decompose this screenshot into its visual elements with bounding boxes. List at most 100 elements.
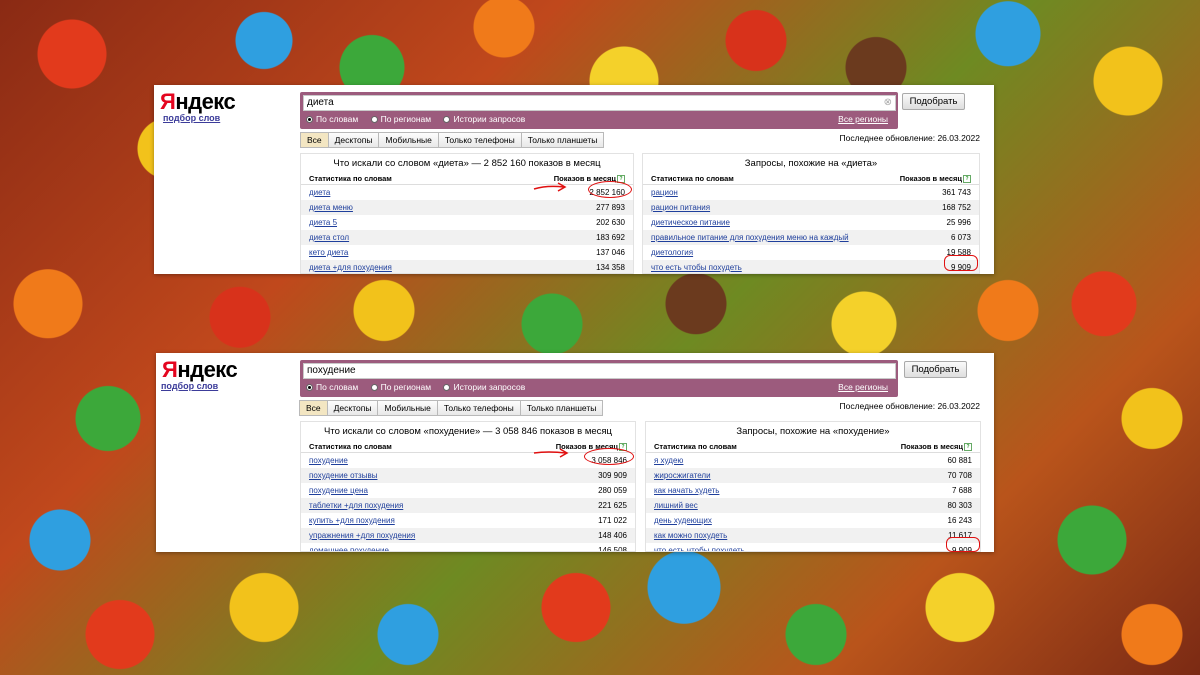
table-row: как можно похудеть 11 617 [646, 528, 980, 544]
keyword-link[interactable]: диетология [651, 245, 693, 260]
shows-count: 137 046 [596, 248, 625, 258]
radio-history[interactable]: Истории запросов [443, 114, 525, 124]
device-tabs: Все Десктопы Мобильные Только телефоны Т… [300, 132, 605, 148]
table-row: таблетки +для похудения 221 625 [301, 498, 635, 514]
help-icon[interactable]: ? [964, 443, 972, 452]
keyword-link[interactable]: похудение цена [309, 483, 368, 498]
shows-count: 277 893 [596, 203, 625, 213]
tab-mobile[interactable]: Мобильные [378, 132, 438, 148]
table-row: как начать худеть 7 688 [646, 483, 980, 498]
table-row: диетология 19 588 [643, 245, 979, 260]
shows-count: 361 743 [942, 188, 971, 198]
search-input[interactable]: диета ⊗ [303, 95, 896, 111]
help-icon[interactable]: ? [963, 175, 971, 184]
radio-dot-icon [443, 383, 451, 391]
search-button[interactable]: Подобрать [902, 93, 965, 110]
keyword-link[interactable]: диета +для похудения [309, 260, 392, 273]
shows-count: 80 303 [947, 501, 972, 511]
all-regions-link[interactable]: Все регионы [838, 114, 888, 124]
tab-phones[interactable]: Только телефоны [436, 400, 520, 416]
keyword-link[interactable]: лишний вес [654, 498, 698, 513]
radio-history[interactable]: Истории запросов [443, 382, 525, 392]
shows-count: 6 073 [950, 233, 971, 243]
yandex-logo[interactable]: Яндекс [162, 357, 238, 383]
keyword-link[interactable]: диетическое питание [651, 215, 730, 230]
keyword-link[interactable]: рацион питания [651, 200, 710, 215]
keyword-link[interactable]: правильное питание для похудения меню на… [651, 230, 849, 245]
table-header: Статистика по словам Показов в месяц? [301, 440, 635, 454]
table-row: диета +для похудения 134 358 [301, 260, 633, 273]
keyword-link[interactable]: день худеющих [654, 513, 712, 528]
wordstat-panel-pohudenie: Яндекс подбор слов похудение По словам П… [156, 353, 994, 552]
search-input[interactable]: похудение [303, 363, 896, 379]
keyword-link[interactable]: купить +для похудения [309, 513, 395, 528]
radio-by-words[interactable]: По словам [306, 382, 358, 392]
radio-by-words[interactable]: По словам [306, 114, 358, 124]
table-row: кето диета 137 046 [301, 245, 633, 260]
last-updated: Последнее обновление: 26.03.2022 [839, 401, 980, 411]
table-row: похудение отзывы 309 909 [301, 468, 635, 484]
radio-by-regions[interactable]: По регионам [370, 382, 431, 392]
keyword-link[interactable]: таблетки +для похудения [309, 498, 403, 513]
keyword-link[interactable]: я худею [654, 453, 683, 468]
keyword-link[interactable]: что есть чтобы похудеть [654, 543, 745, 551]
keyword-link[interactable]: похудение [309, 453, 348, 468]
tab-desktop[interactable]: Десктопы [327, 132, 379, 148]
keyword-link[interactable]: как начать худеть [654, 483, 719, 498]
tab-tablets[interactable]: Только планшеты [520, 132, 605, 148]
keyword-link[interactable]: домашнее похудение [309, 543, 389, 551]
radio-dot-icon [306, 383, 313, 391]
table-header: Статистика по словам Показов в месяц? [646, 440, 980, 454]
table-row: похудение цена 280 059 [301, 483, 635, 498]
all-regions-link[interactable]: Все регионы [838, 382, 888, 392]
tab-all[interactable]: Все [300, 132, 328, 148]
keyword-link[interactable]: диета меню [309, 200, 353, 215]
shows-count: 168 752 [942, 203, 971, 213]
table-title: Запросы, похожие на «похудение» [736, 426, 890, 437]
keyword-link[interactable]: упражнения +для похудения [309, 528, 415, 543]
annotation-circle [946, 537, 980, 552]
radio-by-regions[interactable]: По регионам [370, 114, 431, 124]
tab-mobile[interactable]: Мобильные [377, 400, 437, 416]
words-table: Что искали со словом «похудение» — 3 058… [300, 421, 636, 552]
wordstat-link[interactable]: подбор слов [161, 381, 218, 391]
keyword-link[interactable]: диета стол [309, 230, 349, 245]
device-tabs: Все Десктопы Мобильные Только телефоны Т… [299, 400, 604, 416]
tab-phones[interactable]: Только телефоны [437, 132, 521, 148]
clear-icon[interactable]: ⊗ [884, 96, 892, 110]
keyword-link[interactable]: что есть чтобы похудеть [651, 260, 742, 273]
table-row: диета стол 183 692 [301, 230, 633, 246]
shows-count: 221 625 [598, 501, 627, 511]
tab-tablets[interactable]: Только планшеты [519, 400, 604, 416]
table-row: купить +для похудения 171 022 [301, 513, 635, 528]
last-updated: Последнее обновление: 26.03.2022 [839, 133, 980, 143]
radio-dot-icon [370, 383, 378, 391]
annotation-circle [944, 255, 978, 271]
search-button[interactable]: Подобрать [904, 361, 967, 378]
tab-desktop[interactable]: Десктопы [326, 400, 378, 416]
wordstat-link[interactable]: подбор слов [163, 113, 220, 123]
shows-count: 70 708 [947, 471, 972, 481]
keyword-link[interactable]: диета 5 [309, 215, 337, 230]
table-row: что есть чтобы похудеть 9 909 [643, 260, 979, 273]
table-row: лишний вес 80 303 [646, 498, 980, 514]
keyword-link[interactable]: диета [309, 185, 330, 200]
keyword-link[interactable]: рацион [651, 185, 678, 200]
table-row: домашнее похудение 146 508 [301, 543, 635, 551]
radio-dot-icon [443, 115, 451, 123]
annotation-circle [584, 448, 634, 465]
keyword-link[interactable]: жиросжигатели [654, 468, 711, 483]
annotation-arrow [533, 182, 567, 192]
shows-count: 171 022 [598, 516, 627, 526]
keyword-link[interactable]: кето диета [309, 245, 348, 260]
keyword-link[interactable]: как можно похудеть [654, 528, 727, 543]
search-mode-radios: По словам По регионам Истории запросов В… [306, 114, 892, 126]
table-title: Что искали со словом «похудение» — 3 058… [324, 426, 612, 437]
similar-queries-table: Запросы, похожие на «похудение» Статисти… [645, 421, 981, 552]
yandex-logo[interactable]: Яндекс [160, 89, 236, 115]
table-row: диета меню 277 893 [301, 200, 633, 216]
tab-all[interactable]: Все [299, 400, 327, 416]
search-bar: диета ⊗ По словам По регионам Истории зап… [300, 92, 898, 129]
keyword-link[interactable]: похудение отзывы [309, 468, 377, 483]
shows-count: 148 406 [598, 531, 627, 541]
